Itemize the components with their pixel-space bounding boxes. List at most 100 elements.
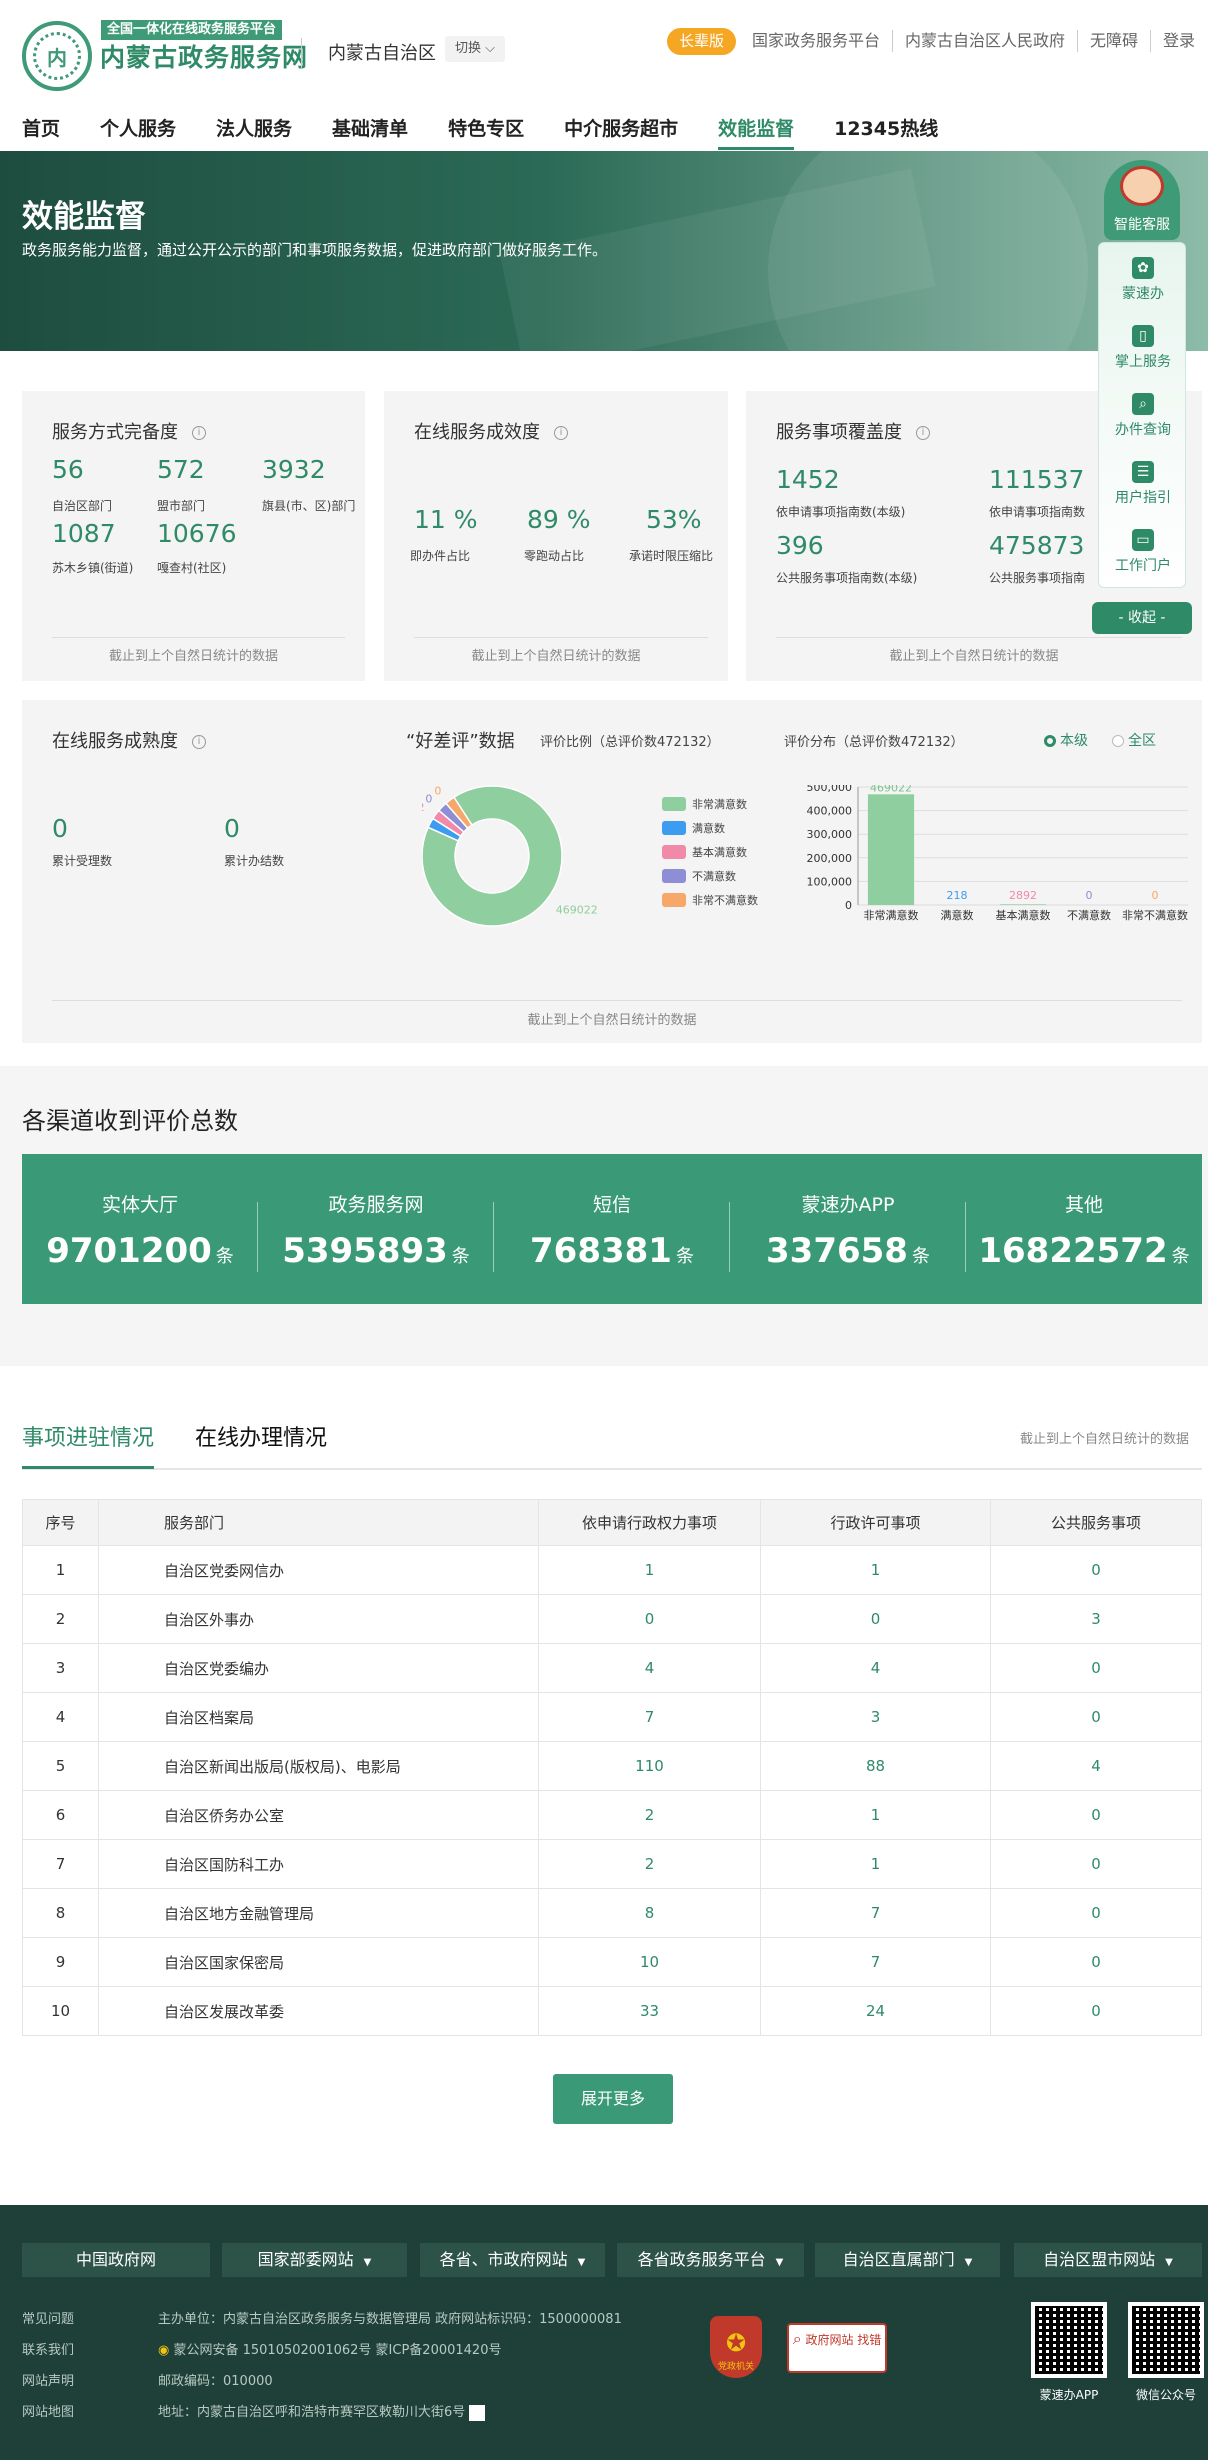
count-cell[interactable]: 88 — [760, 1741, 991, 1791]
footer-select-leagues[interactable]: 自治区盟市网站 ▼ — [1014, 2243, 1202, 2277]
count-cell[interactable]: 0 — [990, 1937, 1202, 1987]
radio-local[interactable]: 本级 — [1044, 730, 1088, 750]
footer-icp-text[interactable]: 蒙公网安备 15010502001062号 蒙ICP备20001420号 — [173, 2343, 501, 2358]
stat-label: 累计办结数 — [224, 854, 285, 868]
channel-label: 蒙速办APP — [801, 1194, 895, 1216]
count-cell[interactable]: 7 — [760, 1937, 991, 1987]
nav-item-basic-list[interactable]: 基础清单 — [332, 114, 408, 150]
float-item-label: 工作门户 — [1115, 558, 1171, 574]
legend-item[interactable]: 非常满意数 — [662, 792, 758, 816]
link-national-platform[interactable]: 国家政务服务平台 — [740, 30, 894, 52]
bar-value-label: 469022 — [870, 785, 912, 794]
legend-item[interactable]: 不满意数 — [662, 864, 758, 888]
stat-label: 零跑动占比 — [524, 549, 585, 563]
divider — [301, 38, 302, 68]
count-cell[interactable]: 1 — [760, 1790, 991, 1840]
logo-emblem-icon[interactable]: 内 — [22, 21, 92, 91]
nav-item-corporate[interactable]: 法人服务 — [216, 114, 292, 150]
smart-assistant-button[interactable]: 智能客服 — [1104, 160, 1180, 240]
site-title[interactable]: 内蒙古政务服务网 — [100, 38, 308, 74]
legend-label: 非常不满意数 — [692, 894, 758, 907]
count-cell[interactable]: 0 — [990, 1790, 1202, 1840]
login-link[interactable]: 登录 — [1151, 30, 1195, 52]
count-cell[interactable]: 3 — [760, 1692, 991, 1742]
tab-entry-status[interactable]: 事项进驻情况 — [22, 1420, 154, 1452]
float-item-query[interactable]: ⌕ 办件查询 — [1099, 393, 1187, 439]
count-cell[interactable]: 0 — [990, 1692, 1202, 1742]
footer-select-provinces[interactable]: 各省、市政府网站 ▼ — [420, 2243, 605, 2277]
count-cell[interactable]: 0 — [990, 1545, 1202, 1595]
nav-item-agency-market[interactable]: 中介服务超市 — [564, 114, 678, 150]
report-error-button[interactable]: ⌕ 政府网站 找错 — [787, 2323, 887, 2373]
footer-link-statement[interactable]: 网站声明 — [22, 2366, 74, 2397]
count-cell[interactable]: 3 — [990, 1594, 1202, 1644]
float-item-mengsuban[interactable]: ✿ 蒙速办 — [1099, 257, 1187, 303]
footer-select-ministries[interactable]: 国家部委网站 ▼ — [222, 2243, 407, 2277]
float-item-label: 用户指引 — [1115, 490, 1171, 506]
footer-link-contact[interactable]: 联系我们 — [22, 2335, 74, 2366]
count-cell[interactable]: 1 — [760, 1545, 991, 1595]
float-item-mobile[interactable]: ▯ 掌上服务 — [1099, 325, 1187, 371]
info-icon[interactable]: i — [554, 426, 568, 440]
count-cell[interactable]: 1 — [760, 1839, 991, 1889]
count-cell[interactable]: 110 — [538, 1741, 761, 1791]
region-switch-button[interactable]: 切换 ⌵ — [445, 36, 506, 62]
row-index: 2 — [22, 1594, 99, 1644]
count-cell[interactable]: 4 — [538, 1643, 761, 1693]
count-cell[interactable]: 0 — [760, 1594, 991, 1644]
party-gov-badge-icon[interactable]: ✪ 党政机关 — [710, 2316, 762, 2378]
footer-link-faq[interactable]: 常见问题 — [22, 2304, 74, 2335]
count-cell[interactable]: 2 — [538, 1790, 761, 1840]
y-tick-label: 300,000 — [807, 828, 853, 841]
count-cell[interactable]: 1 — [538, 1545, 761, 1595]
count-cell[interactable]: 4 — [760, 1643, 991, 1693]
bar[interactable] — [867, 794, 915, 905]
info-icon[interactable]: i — [192, 735, 206, 749]
count-cell[interactable]: 33 — [538, 1986, 761, 2036]
float-item-portal[interactable]: ▭ 工作门户 — [1099, 529, 1187, 575]
count-cell[interactable]: 2 — [538, 1839, 761, 1889]
footer-link-sitemap[interactable]: 网站地图 — [22, 2397, 74, 2428]
nav-item-special[interactable]: 特色专区 — [448, 114, 524, 150]
radio-all[interactable]: 全区 — [1112, 730, 1156, 750]
table-row: 7 自治区国防科工办 2 1 0 — [22, 1839, 1202, 1889]
nav-item-supervision[interactable]: 效能监督 — [718, 114, 795, 150]
banner: 效能监督 政务服务能力监督，通过公开公示的部门和事项服务数据，促进政府部门做好服… — [0, 151, 1208, 351]
float-item-guide[interactable]: ☰ 用户指引 — [1099, 461, 1187, 507]
count-cell[interactable]: 0 — [990, 1986, 1202, 2036]
count-cell[interactable]: 0 — [990, 1888, 1202, 1938]
caret-down-icon: ▼ — [577, 2257, 586, 2268]
legend-item[interactable]: 非常不满意数 — [662, 888, 758, 912]
footer-select-departments[interactable]: 自治区直属部门 ▼ — [815, 2243, 1000, 2277]
bar[interactable] — [999, 904, 1047, 905]
nav-item-home[interactable]: 首页 — [22, 114, 60, 150]
nav-item-12345[interactable]: 12345热线 — [834, 114, 938, 150]
link-accessibility[interactable]: 无障碍 — [1078, 30, 1152, 52]
nav-item-personal[interactable]: 个人服务 — [100, 114, 176, 150]
legend-item[interactable]: 满意数 — [662, 816, 758, 840]
show-more-button[interactable]: 展开更多 — [553, 2074, 673, 2124]
rating-bar-chart: 0 100,000 200,000 300,000 400,000 500,000 4690… — [807, 785, 1188, 922]
qr-code-wechat — [1128, 2302, 1204, 2378]
y-tick-label: 200,000 — [807, 852, 853, 865]
legend-item[interactable]: 基本满意数 — [662, 840, 758, 864]
count-cell[interactable]: 4 — [990, 1741, 1202, 1791]
info-icon[interactable]: i — [916, 426, 930, 440]
elder-mode-button[interactable]: 长辈版 — [667, 28, 737, 55]
info-icon[interactable]: i — [192, 426, 206, 440]
footer-select-gov[interactable]: 中国政府网 — [22, 2243, 210, 2277]
count-cell[interactable]: 10 — [538, 1937, 761, 1987]
count-cell[interactable]: 0 — [990, 1643, 1202, 1693]
footer-select-platforms[interactable]: 各省政务服务平台 ▼ — [617, 2243, 804, 2277]
tab-online-processing[interactable]: 在线办理情况 — [195, 1420, 327, 1452]
link-region-government[interactable]: 内蒙古自治区人民政府 — [893, 30, 1079, 52]
count-cell[interactable]: 0 — [538, 1594, 761, 1644]
count-cell[interactable]: 0 — [990, 1839, 1202, 1889]
card-title-text: 在线服务成效度 — [414, 422, 540, 443]
count-cell[interactable]: 7 — [538, 1692, 761, 1742]
count-cell[interactable]: 24 — [760, 1986, 991, 2036]
count-cell[interactable]: 8 — [538, 1888, 761, 1938]
count-cell[interactable]: 7 — [760, 1888, 991, 1938]
accessibility-icon[interactable] — [469, 2404, 486, 2421]
collapse-button[interactable]: - 收起 - — [1092, 602, 1192, 634]
